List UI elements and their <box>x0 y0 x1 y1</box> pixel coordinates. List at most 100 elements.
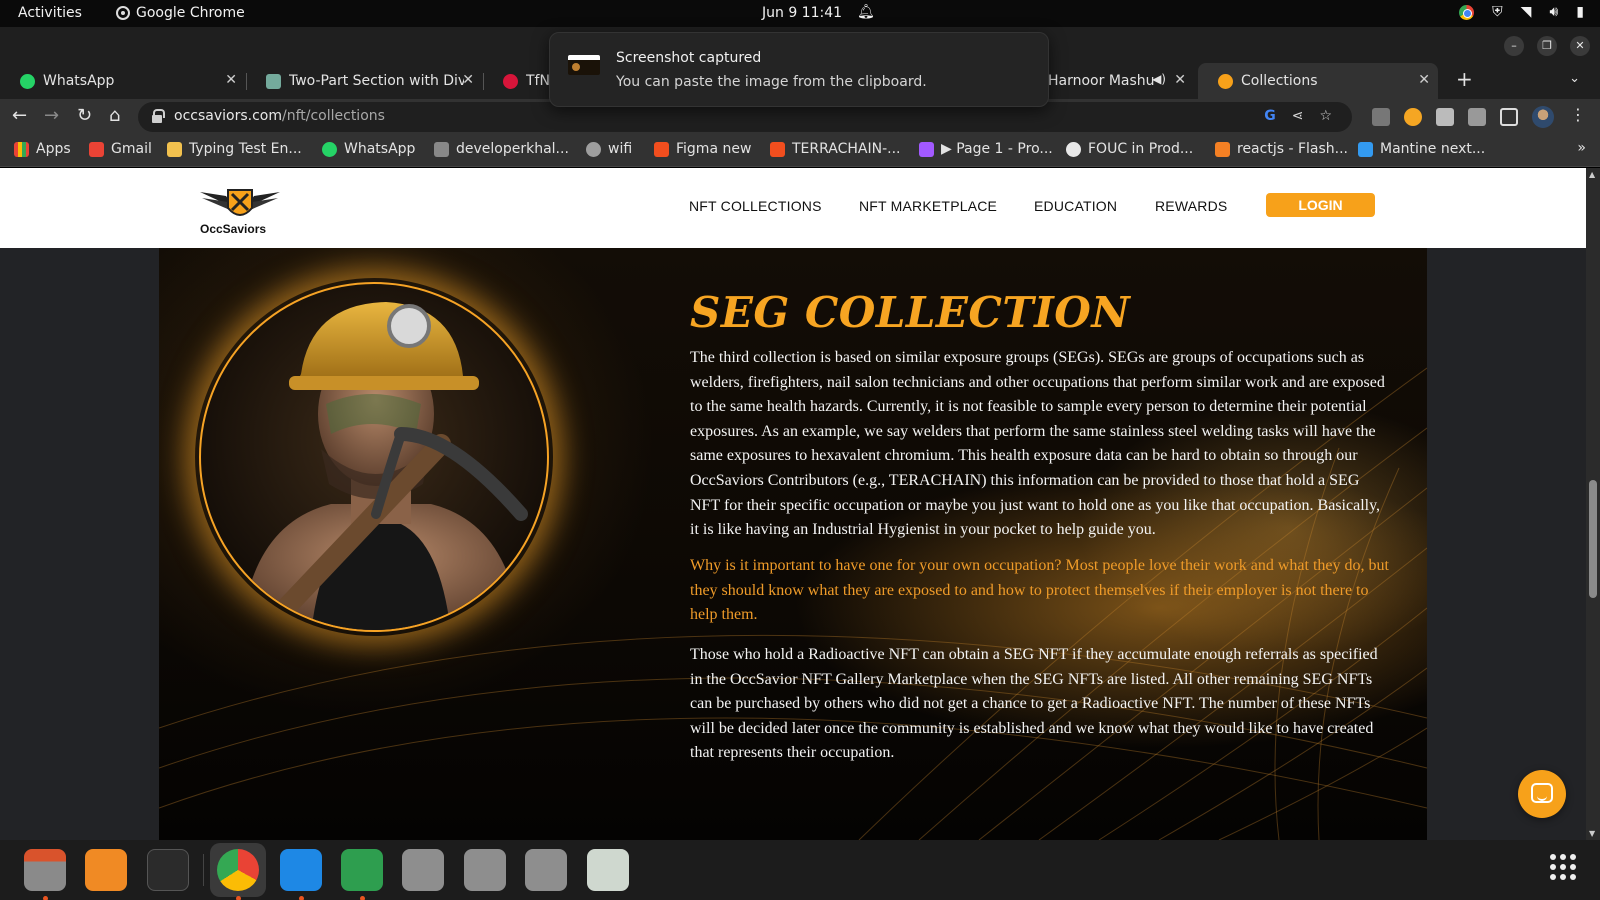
url-text[interactable]: occsaviors.com/nft/collections <box>174 108 385 124</box>
extension-icon[interactable] <box>1372 108 1390 126</box>
screenshot-notification[interactable]: Screenshot captured You can paste the im… <box>549 32 1049 107</box>
bookmark-page-1[interactable]: ▶ Page 1 - Pro... <box>919 141 1053 157</box>
system-top-bar: Activities Google Chrome Jun 9 11:41 🔔︎ … <box>0 0 1600 27</box>
wifi-icon[interactable]: ◥ <box>1521 4 1532 20</box>
app-name: Google Chrome <box>136 5 245 21</box>
site-icon <box>434 141 449 157</box>
close-tab-icon[interactable]: ✕ <box>1174 72 1186 88</box>
reading-list-icon[interactable] <box>1468 108 1486 126</box>
volume-icon[interactable]: 🔊︎ <box>1549 4 1558 20</box>
scroll-up-icon[interactable]: ▲ <box>1589 170 1595 179</box>
close-window-button[interactable]: ✕ <box>1570 36 1590 56</box>
nav-nft-marketplace[interactable]: NFT MARKETPLACE <box>859 198 997 214</box>
files-icon[interactable] <box>24 849 66 900</box>
more-bookmarks-icon[interactable]: » <box>1577 140 1586 156</box>
minimize-button[interactable]: – <box>1504 36 1524 56</box>
activities-button[interactable]: Activities <box>18 5 82 21</box>
audio-playing-icon[interactable]: ◀) <box>1152 72 1166 86</box>
tab-label: Two-Part Section with Div <box>289 73 464 89</box>
reload-button[interactable]: ↻ <box>77 105 92 126</box>
whatsapp-icon <box>322 141 337 157</box>
trash-icon[interactable] <box>587 849 629 891</box>
profile-avatar[interactable] <box>1532 106 1554 128</box>
miner-illustration <box>241 302 528 630</box>
home-button[interactable]: ⌂ <box>109 105 120 126</box>
clock[interactable]: Jun 9 11:41 <box>762 5 842 21</box>
app-menu[interactable]: Google Chrome <box>116 5 245 21</box>
nav-education[interactable]: EDUCATION <box>1034 198 1117 214</box>
forward-button[interactable]: → <box>44 105 59 126</box>
notification-body: You can paste the image from the clipboa… <box>616 74 927 90</box>
chatgpt-icon <box>266 73 281 89</box>
bookmarks-bar: Apps Gmail Typing Test En... WhatsApp de… <box>0 135 1600 167</box>
bookmark-wifi[interactable]: wifi <box>586 141 632 157</box>
stackoverflow-icon <box>1215 141 1230 157</box>
login-button[interactable]: LOGIN <box>1266 193 1375 217</box>
nav-rewards[interactable]: REWARDS <box>1155 198 1227 214</box>
section-paragraph-highlight: Why is it important to have one for your… <box>690 557 1389 624</box>
typing-test-icon <box>167 141 182 157</box>
section-paragraph: Those who hold a Radioactive NFT can obt… <box>690 646 1378 762</box>
system-tray[interactable]: ⛨ ◥ 🔊︎ ▮ <box>1459 4 1584 20</box>
tab-harnoor[interactable]: Harnoor Mashu ◀) ✕ <box>1040 63 1194 99</box>
extension-icon[interactable] <box>1404 108 1422 126</box>
mantine-icon <box>1358 141 1373 157</box>
nav-nft-collections[interactable]: NFT COLLECTIONS <box>689 198 822 214</box>
shield-icon[interactable]: ⛨ <box>1492 4 1503 20</box>
new-tab-button[interactable]: + <box>1456 67 1473 91</box>
bookmark-reactjs[interactable]: reactjs - Flash... <box>1215 141 1348 157</box>
scrollbar-thumb[interactable] <box>1589 480 1597 598</box>
bell-icon[interactable]: 🔔︎ <box>857 4 875 20</box>
battery-icon[interactable]: ▮ <box>1576 4 1584 20</box>
bookmark-terrachain[interactable]: TERRACHAIN-... <box>770 141 901 157</box>
bookmark-figma-new[interactable]: Figma new <box>654 141 751 157</box>
spreadsheet-icon[interactable] <box>341 849 383 900</box>
scroll-down-icon[interactable]: ▼ <box>1589 829 1595 838</box>
disk-icon[interactable] <box>525 849 567 891</box>
back-button[interactable]: ← <box>12 105 27 126</box>
logo-text[interactable]: OccSaviors <box>200 222 266 236</box>
vscode-icon[interactable] <box>280 849 322 900</box>
nsw-icon <box>503 73 518 89</box>
kebab-menu-icon[interactable]: ⋮ <box>1570 105 1586 124</box>
close-tab-icon[interactable]: ✕ <box>1418 72 1430 88</box>
puzzle-icon[interactable] <box>1436 108 1454 126</box>
lock-icon[interactable] <box>152 109 165 123</box>
chevron-down-icon[interactable]: ⌄ <box>1569 71 1580 86</box>
figma-icon <box>770 141 785 157</box>
screenshot-thumbnail <box>568 55 600 75</box>
tab-whatsapp[interactable]: WhatsApp ✕ <box>0 63 245 99</box>
bookmark-fouc[interactable]: FOUC in Prod... <box>1066 141 1193 157</box>
tab-collections[interactable]: Collections ✕ <box>1198 63 1438 99</box>
google-lens-icon[interactable]: G <box>1264 108 1276 124</box>
section-title: SEG COLLECTION <box>690 288 1131 337</box>
bookmark-gmail[interactable]: Gmail <box>89 141 152 157</box>
bookmark-whatsapp[interactable]: WhatsApp <box>322 141 415 157</box>
bookmark-mantine[interactable]: Mantine next... <box>1358 141 1485 157</box>
notification-title: Screenshot captured <box>616 50 762 66</box>
chat-widget-button[interactable] <box>1518 770 1566 818</box>
side-panel-icon[interactable] <box>1500 108 1518 126</box>
close-tab-icon[interactable]: ✕ <box>225 72 237 88</box>
share-icon[interactable]: ⋖ <box>1292 108 1304 124</box>
software-icon[interactable] <box>85 849 127 891</box>
page-scrollbar[interactable]: ▲ ▼ <box>1586 168 1600 840</box>
chrome-tray-icon[interactable] <box>1459 4 1475 20</box>
disk-icon[interactable] <box>402 849 444 891</box>
close-tab-icon[interactable]: ✕ <box>462 72 474 88</box>
miner-portrait <box>199 282 549 632</box>
show-applications-icon[interactable] <box>1550 854 1576 880</box>
bookmark-typing-test[interactable]: Typing Test En... <box>167 141 302 157</box>
terminal-icon[interactable] <box>147 849 189 891</box>
restore-button[interactable]: ❐ <box>1537 36 1557 56</box>
occsaviors-icon <box>1218 73 1233 89</box>
disk-icon[interactable] <box>464 849 506 891</box>
bookmark-apps[interactable]: Apps <box>14 141 71 157</box>
tab-two-part-section[interactable]: Two-Part Section with Div ✕ <box>246 63 482 99</box>
bookmark-star-icon[interactable]: ☆ <box>1319 108 1332 124</box>
figma-icon <box>919 141 934 157</box>
tab-tfn[interactable]: TfN <box>483 63 553 99</box>
bookmark-developerkhal[interactable]: developerkhal... <box>434 141 569 157</box>
tab-label: Collections <box>1241 73 1318 89</box>
chrome-icon[interactable] <box>217 849 259 900</box>
